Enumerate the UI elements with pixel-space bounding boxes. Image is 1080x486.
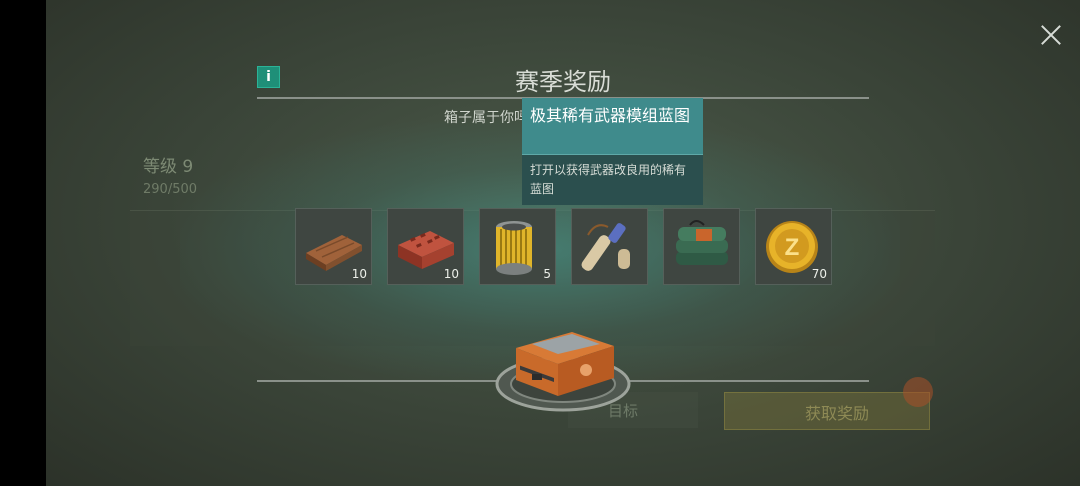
item-count: 10 [443,267,459,281]
reward-chest-icon[interactable] [510,322,620,400]
item-count: 10 [351,267,367,281]
item-tooltip: 极其稀有武器模组蓝图 打开以获得武器改良用的稀有蓝图 [522,98,703,205]
bg-claim-button: 获取奖励 [724,392,930,430]
tooltip-title: 极其稀有武器模组蓝图 [522,98,703,154]
tooltip-description: 打开以获得武器改良用的稀有蓝图 [522,154,703,205]
item-count: 70 [811,267,827,281]
reward-item-coin[interactable]: Z 70 [755,208,832,285]
bg-claim-button-label: 获取奖励 [805,404,870,423]
explosive-bundle-icon [676,220,728,265]
air-filter-icon [496,221,532,275]
svg-text:Z: Z [785,234,800,261]
popup-subtitle: 箱子属于你吗 [444,110,528,126]
reward-item-explosive[interactable] [663,208,740,285]
wood-plank-icon [306,235,362,271]
blueprint-scroll-icon [581,223,630,271]
brick-icon [398,231,454,269]
close-icon[interactable] [1036,20,1066,50]
reward-item-wood[interactable]: 10 [295,208,372,285]
reward-item-brick[interactable]: 10 [387,208,464,285]
popup-title: 赛季奖励 [515,68,611,96]
item-count: 5 [543,267,551,281]
reward-item-blueprint[interactable] [571,208,648,285]
bg-notification-badge [903,377,933,407]
reward-item-filter[interactable]: 5 [479,208,556,285]
